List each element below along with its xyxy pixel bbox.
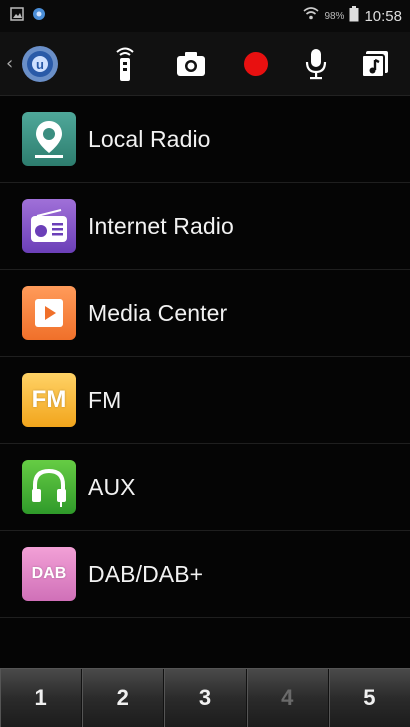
preset-button-1[interactable]: 1 — [0, 669, 83, 727]
battery-icon — [349, 5, 359, 27]
fm-icon: FM — [22, 373, 76, 427]
menu-item-label: DAB/DAB+ — [88, 560, 204, 587]
microphone-button[interactable] — [294, 42, 338, 86]
play-icon — [22, 286, 76, 340]
menu-item-label: Media Center — [88, 299, 228, 326]
status-bar: 98% 10:58 — [0, 0, 410, 32]
preset-button-5[interactable]: 5 — [329, 669, 410, 727]
menu-item-label: FM — [88, 386, 122, 413]
camera-button[interactable] — [169, 42, 213, 86]
record-icon — [244, 52, 268, 76]
preset-button-4[interactable]: 4 — [247, 669, 329, 727]
toolbar: ‹ u — [0, 32, 410, 96]
headphones-icon — [22, 460, 76, 514]
gallery-notification-icon — [10, 6, 24, 26]
clock: 10:58 — [364, 7, 402, 25]
app-logo-button[interactable]: u — [18, 42, 62, 86]
wifi-icon — [303, 6, 319, 26]
back-chevron-icon[interactable]: ‹ — [6, 53, 13, 74]
music-library-icon — [361, 51, 388, 78]
menu-item-internet-radio[interactable]: Internet Radio — [0, 183, 410, 270]
preset-button-2[interactable]: 2 — [82, 669, 165, 727]
preset-bar: 1 2 3 4 5 — [0, 668, 410, 727]
source-menu-list: Local Radio Internet Radio Media Center — [0, 96, 410, 618]
music-library-button[interactable] — [353, 42, 397, 86]
menu-item-aux[interactable]: AUX — [0, 444, 410, 531]
app-logo-icon: u — [22, 46, 58, 82]
map-pin-icon — [22, 112, 76, 166]
camera-icon — [177, 52, 205, 76]
microphone-icon — [305, 49, 327, 80]
remote-icon — [116, 47, 134, 81]
menu-item-label: Local Radio — [88, 125, 211, 152]
record-button[interactable] — [234, 42, 278, 86]
radio-icon — [22, 199, 76, 253]
menu-item-media-center[interactable]: Media Center — [0, 270, 410, 357]
menu-item-fm[interactable]: FM FM — [0, 357, 410, 444]
app-notification-icon — [32, 7, 46, 26]
menu-item-dab[interactable]: DAB DAB/DAB+ — [0, 531, 410, 618]
menu-item-label: Internet Radio — [88, 212, 234, 239]
menu-item-local-radio[interactable]: Local Radio — [0, 96, 410, 183]
preset-button-3[interactable]: 3 — [164, 669, 247, 727]
menu-item-label: AUX — [88, 473, 136, 500]
svg-text:u: u — [36, 57, 44, 72]
battery-percent: 98% — [324, 10, 345, 22]
remote-button[interactable] — [103, 42, 147, 86]
dab-icon: DAB — [22, 547, 76, 601]
